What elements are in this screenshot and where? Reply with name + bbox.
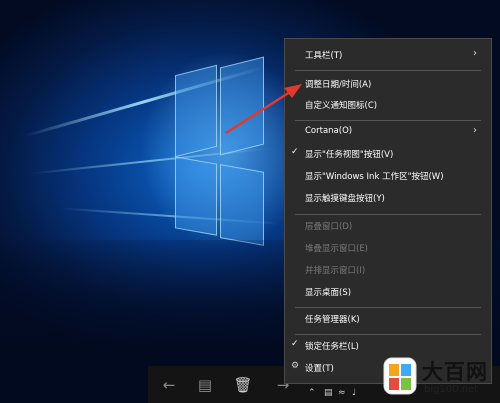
watermark-logo [383, 357, 417, 395]
arrow-shaft [225, 90, 291, 135]
annotation-arrow [225, 84, 302, 135]
watermark: 大百网 big100.net [380, 352, 498, 402]
watermark-title: 大百网 [422, 360, 488, 384]
watermark-subtitle: big100.net [424, 384, 479, 395]
arrow-head [284, 84, 302, 98]
